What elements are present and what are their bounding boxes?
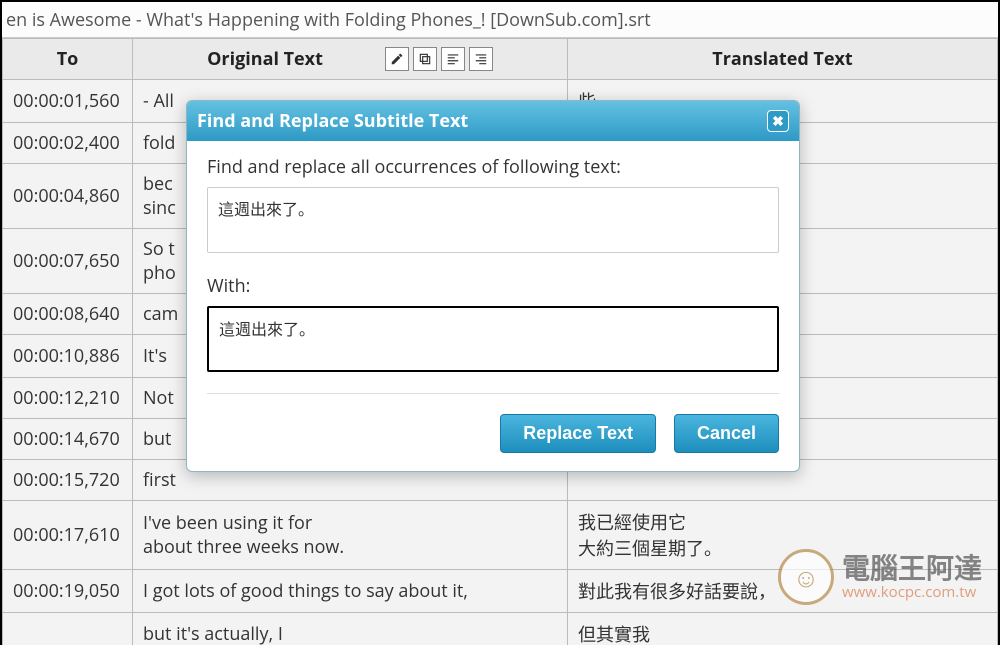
- cell-original[interactable]: I got lots of good things to say about i…: [133, 570, 568, 613]
- cell-to[interactable]: 00:00:14,670: [3, 419, 133, 460]
- copy-icon[interactable]: [413, 47, 437, 71]
- find-label: Find and replace all occurrences of foll…: [207, 155, 779, 179]
- app-title: en is Awesome - What's Happening with Fo…: [2, 2, 998, 38]
- cell-translated[interactable]: 但其實我: [568, 613, 998, 645]
- cell-to[interactable]: 00:00:07,650: [3, 229, 133, 294]
- cell-to[interactable]: 00:00:08,640: [3, 294, 133, 335]
- cell-to[interactable]: 00:00:17,610: [3, 501, 133, 570]
- cell-original[interactable]: but it's actually, I: [133, 613, 568, 645]
- cell-to[interactable]: 00:00:12,210: [3, 378, 133, 419]
- align-left-icon[interactable]: [441, 47, 465, 71]
- dialog-titlebar[interactable]: Find and Replace Subtitle Text ✖: [187, 101, 799, 141]
- dialog-title: Find and Replace Subtitle Text: [197, 109, 468, 133]
- table-row[interactable]: but it's actually, I但其實我: [3, 613, 998, 645]
- cell-to[interactable]: 00:00:01,560: [3, 80, 133, 123]
- cell-to[interactable]: 00:00:04,860: [3, 164, 133, 229]
- cell-to[interactable]: 00:00:02,400: [3, 123, 133, 164]
- col-header-translated[interactable]: Translated Text: [568, 39, 998, 80]
- cell-to[interactable]: 00:00:19,050: [3, 570, 133, 613]
- find-replace-dialog: Find and Replace Subtitle Text ✖ Find an…: [186, 100, 800, 472]
- table-row[interactable]: 00:00:17,610I've been using it for about…: [3, 501, 998, 570]
- replace-text-button[interactable]: Replace Text: [500, 414, 656, 453]
- col-header-original-label: Original Text: [207, 47, 323, 71]
- align-right-icon[interactable]: [469, 47, 493, 71]
- edit-icon[interactable]: [385, 47, 409, 71]
- close-icon[interactable]: ✖: [767, 110, 789, 132]
- cell-to[interactable]: 00:00:10,886: [3, 335, 133, 378]
- cell-translated[interactable]: 對此我有很多好話要說，: [568, 570, 998, 613]
- cancel-button[interactable]: Cancel: [674, 414, 779, 453]
- col-header-to[interactable]: To: [3, 39, 133, 80]
- cell-translated[interactable]: 我已經使用它 大約三個星期了。: [568, 501, 998, 570]
- cell-original[interactable]: I've been using it for about three weeks…: [133, 501, 568, 570]
- cell-to[interactable]: 00:00:15,720: [3, 460, 133, 501]
- with-label: With:: [207, 274, 779, 298]
- replace-textarea[interactable]: [207, 306, 779, 372]
- find-textarea[interactable]: [207, 187, 779, 253]
- col-header-original[interactable]: Original Text: [133, 39, 568, 80]
- cell-to[interactable]: [3, 613, 133, 645]
- table-row[interactable]: 00:00:19,050I got lots of good things to…: [3, 570, 998, 613]
